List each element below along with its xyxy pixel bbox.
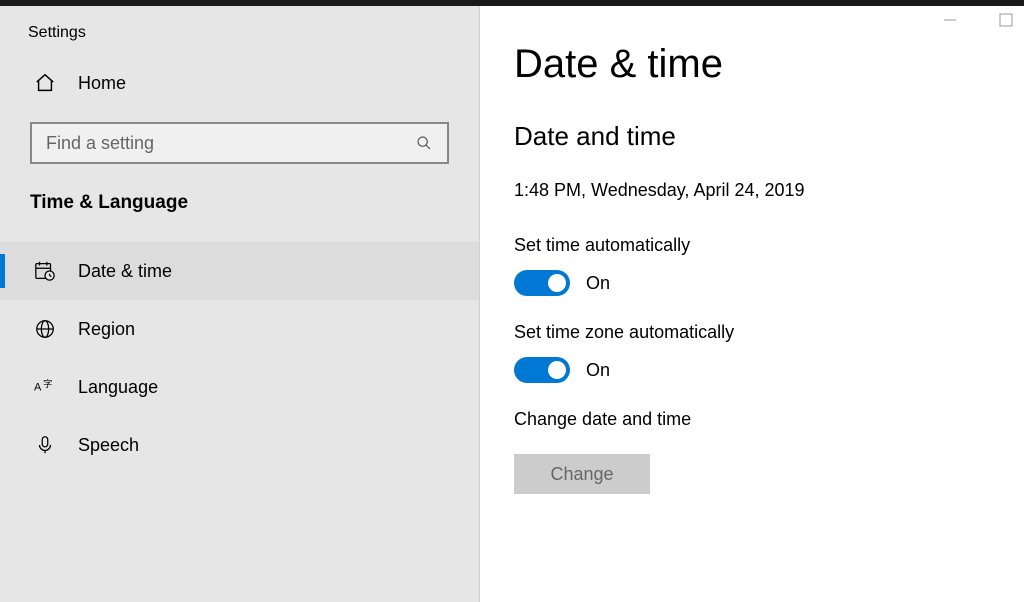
sidebar-item-region[interactable]: Region [0,300,479,358]
set-time-auto-toggle[interactable] [514,270,570,296]
setting-set-time-auto: Set time automatically On [514,235,1024,296]
set-tz-auto-state: On [586,360,610,381]
set-time-auto-state: On [586,273,610,294]
change-button[interactable]: Change [514,454,650,494]
change-datetime-label: Change date and time [514,409,1024,430]
sidebar-item-date-time[interactable]: Date & time [0,242,479,300]
setting-set-tz-auto: Set time zone automatically On [514,322,1024,383]
home-label: Home [78,73,126,94]
search-input[interactable] [46,133,415,154]
set-tz-auto-toggle[interactable] [514,357,570,383]
page-title: Date & time [514,42,1024,87]
section-title: Date and time [514,121,1024,152]
set-tz-auto-toggle-row: On [514,357,1024,383]
minimize-button[interactable] [942,12,958,28]
toggle-knob [548,274,566,292]
toggle-knob [548,361,566,379]
globe-icon [34,318,56,340]
sidebar-item-label: Speech [78,435,139,456]
setting-change-datetime: Change date and time Change [514,409,1024,494]
main-content: Date & time Date and time 1:48 PM, Wedne… [480,6,1024,602]
window-title: Settings [0,16,479,62]
home-button[interactable]: Home [0,62,479,104]
search-input-container[interactable] [30,122,449,164]
sidebar: Settings Home Time & Language [0,6,480,602]
sidebar-item-speech[interactable]: Speech [0,416,479,474]
svg-text:A: A [34,382,42,394]
search-icon [415,134,433,152]
home-icon [34,72,56,94]
window-controls [942,12,1014,28]
settings-window: Settings Home Time & Language [0,6,1024,602]
set-tz-auto-label: Set time zone automatically [514,322,1024,343]
set-time-auto-toggle-row: On [514,270,1024,296]
sidebar-item-language[interactable]: A 字 Language [0,358,479,416]
sidebar-item-label: Language [78,377,158,398]
category-title: Time & Language [0,192,479,242]
maximize-button[interactable] [998,12,1014,28]
sidebar-item-label: Region [78,319,135,340]
set-time-auto-label: Set time automatically [514,235,1024,256]
sidebar-item-label: Date & time [78,261,172,282]
microphone-icon [34,434,56,456]
language-icon: A 字 [34,376,56,398]
current-datetime: 1:48 PM, Wednesday, April 24, 2019 [514,180,1024,201]
calendar-clock-icon [34,260,56,282]
svg-text:字: 字 [43,378,52,389]
